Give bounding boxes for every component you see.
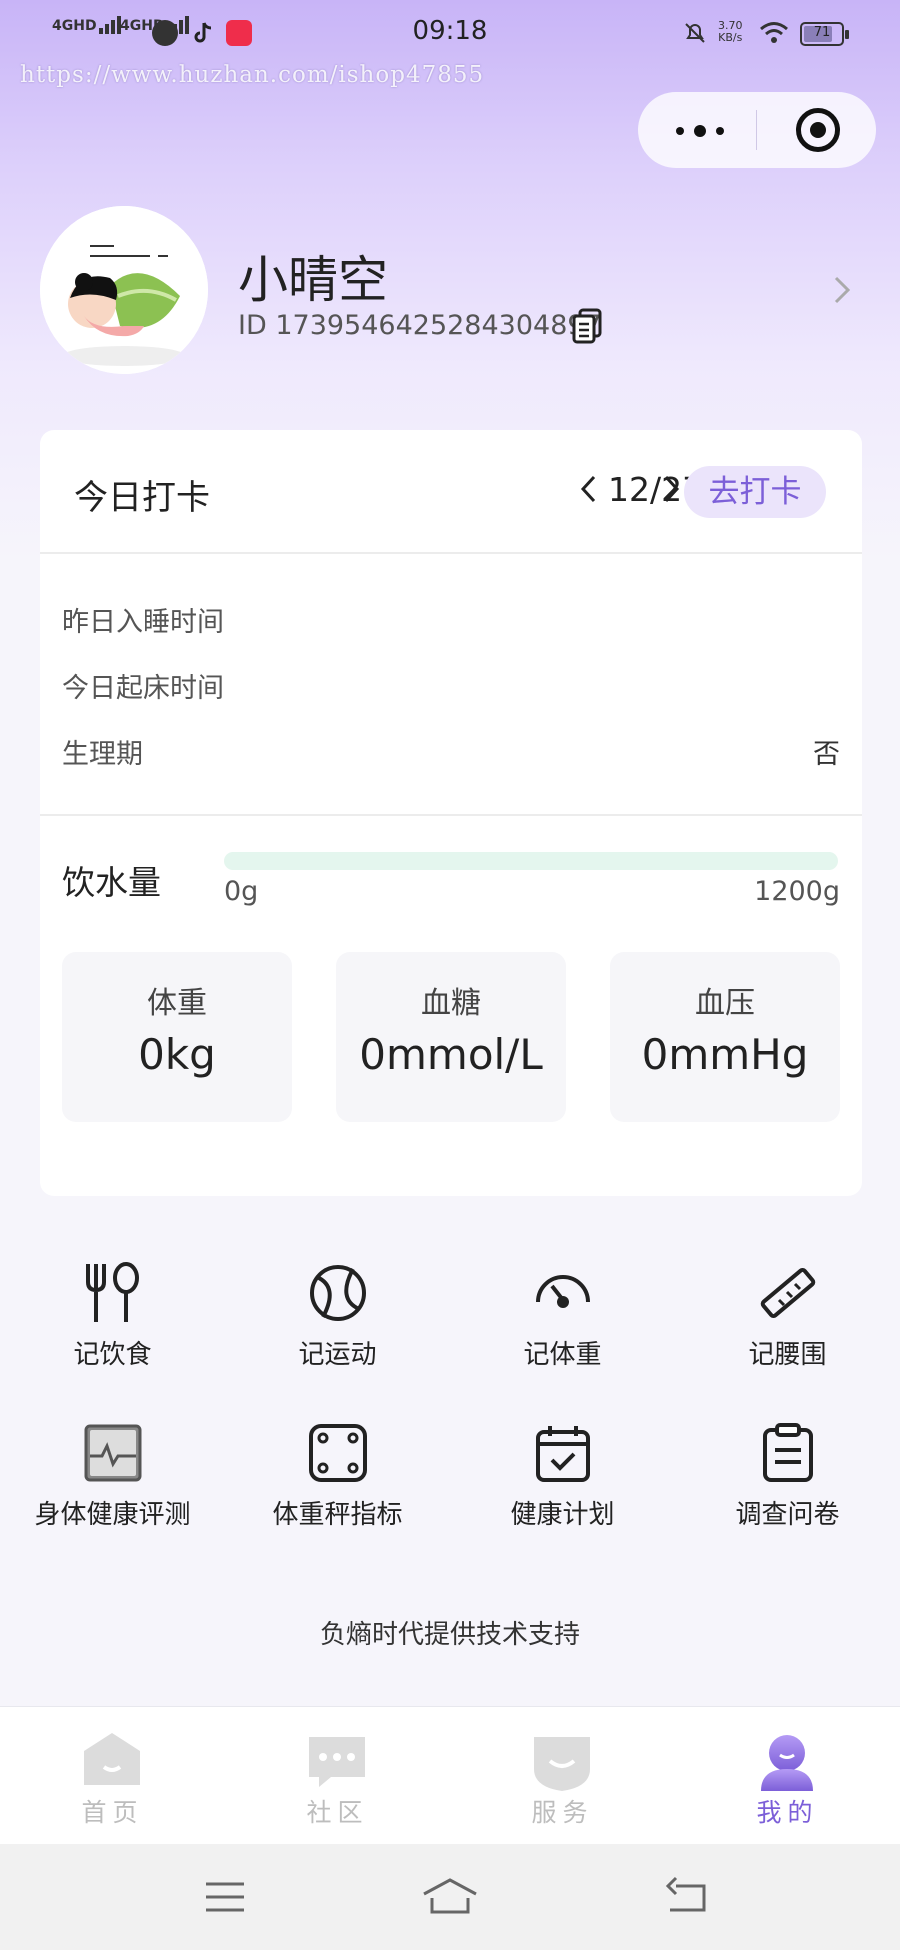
speed-unit: KB/s: [718, 31, 743, 44]
divider: [40, 814, 862, 816]
metric-label: 体重: [147, 986, 207, 1021]
metric-value: 0mmol/L: [359, 1030, 543, 1079]
quick-action-survey[interactable]: 调查问卷: [675, 1422, 900, 1552]
back-icon[interactable]: [662, 1874, 712, 1920]
system-nav-bar: [0, 1844, 900, 1950]
quick-action-label: 身体健康评测: [34, 1500, 191, 1530]
water-max-label: 1200g: [754, 876, 840, 907]
quick-action-scale-metrics[interactable]: 体重秤指标: [225, 1422, 450, 1552]
card-title: 今日打卡: [74, 478, 210, 518]
quick-action-label: 记腰围: [748, 1340, 827, 1370]
home-icon: [84, 1733, 140, 1785]
avatar[interactable]: [40, 206, 208, 374]
metric-label: 血压: [695, 986, 755, 1021]
water-intake-bar[interactable]: [224, 852, 838, 870]
metric-label: 血糖: [421, 986, 481, 1021]
clipboard-icon: [763, 1423, 813, 1482]
quick-action-health-assessment[interactable]: 身体健康评测: [0, 1422, 225, 1552]
quick-action-label: 体重秤指标: [272, 1500, 403, 1530]
chevron-left-icon[interactable]: [578, 474, 600, 504]
menu-icon[interactable]: [200, 1874, 250, 1920]
scale-icon: [309, 1424, 367, 1482]
battery-icon: 71: [800, 22, 849, 46]
wake-time-label[interactable]: 今日起床时间: [62, 666, 224, 705]
quick-action-label: 记饮食: [73, 1340, 152, 1370]
period-value: 否: [813, 739, 840, 770]
copy-icon[interactable]: [572, 308, 604, 344]
avatar-illustration: [40, 206, 208, 374]
user-id: ID 1739546425284304897: [238, 310, 602, 341]
water-intake-label: 饮水量: [62, 863, 161, 902]
network-speed: 3.70 KB/s: [718, 20, 743, 44]
checkin-card: 今日打卡 12/27 去打卡 昨日入睡时间 今日起床时间 生理期 否 饮水量 0…: [40, 430, 862, 1196]
miniprogram-capsule: [638, 92, 876, 168]
ruler-icon: [760, 1267, 816, 1319]
bell-off-icon: [685, 23, 705, 43]
weight-metric[interactable]: 体重 0kg: [62, 952, 292, 1122]
health-chart-icon: [84, 1424, 142, 1482]
service-icon: [534, 1737, 590, 1791]
quick-action-diet[interactable]: 记饮食: [0, 1262, 225, 1392]
watermark: https://www.huzhan.com/ishop47855: [20, 62, 485, 88]
status-bar: 4GHD 4GHD 09:18 3.70 KB/s 71: [0, 0, 900, 66]
quick-action-label: 记体重: [523, 1340, 602, 1370]
quick-action-label: 健康计划: [510, 1500, 615, 1530]
tab-profile[interactable]: 我的: [675, 1707, 900, 1845]
tab-label: 我的: [756, 1798, 819, 1827]
quick-action-label: 调查问卷: [735, 1500, 840, 1530]
username: 小晴空: [238, 251, 388, 309]
more-icon[interactable]: [672, 118, 732, 142]
profile-icon: [761, 1735, 813, 1791]
gauge-icon: [536, 1275, 590, 1308]
checkin-button[interactable]: 去打卡: [684, 466, 826, 518]
tab-label: 服务: [531, 1798, 594, 1827]
quick-action-exercise[interactable]: 记运动: [225, 1262, 450, 1392]
chevron-right-icon[interactable]: [660, 474, 682, 504]
tech-support-text: 负熵时代提供技术支持: [319, 1620, 580, 1650]
fork-spoon-icon: [86, 1262, 139, 1322]
period-label[interactable]: 生理期: [62, 732, 143, 771]
metric-value: 0mmHg: [641, 1030, 809, 1079]
quick-action-weight[interactable]: 记体重: [450, 1262, 675, 1392]
divider: [40, 552, 862, 554]
water-min-label: 0g: [224, 876, 259, 907]
wifi-icon: [760, 22, 788, 43]
quick-action-label: 记运动: [298, 1340, 377, 1370]
close-miniprogram-icon[interactable]: [796, 108, 840, 152]
home-nav-icon[interactable]: [420, 1874, 480, 1920]
quick-action-health-plan[interactable]: 健康计划: [450, 1422, 675, 1552]
metric-value: 0kg: [138, 1030, 216, 1079]
tab-home[interactable]: 首页: [0, 1707, 225, 1845]
tab-community[interactable]: 社区: [225, 1707, 450, 1845]
blood-pressure-metric[interactable]: 血压 0mmHg: [610, 952, 840, 1122]
tab-label: 社区: [306, 1798, 369, 1827]
chevron-right-icon[interactable]: [830, 272, 854, 308]
tab-service[interactable]: 服务: [450, 1707, 675, 1845]
calendar-check-icon: [536, 1426, 590, 1482]
quick-action-waist[interactable]: 记腰围: [675, 1262, 900, 1392]
battery-level: 71: [813, 25, 831, 40]
tab-bar: 首页 社区 服务 我的: [0, 1706, 900, 1844]
blood-sugar-metric[interactable]: 血糖 0mmol/L: [336, 952, 566, 1122]
chat-icon: [309, 1737, 365, 1787]
tab-label: 首页: [81, 1798, 144, 1827]
sleep-time-label[interactable]: 昨日入睡时间: [62, 600, 224, 639]
ball-icon: [310, 1265, 366, 1321]
